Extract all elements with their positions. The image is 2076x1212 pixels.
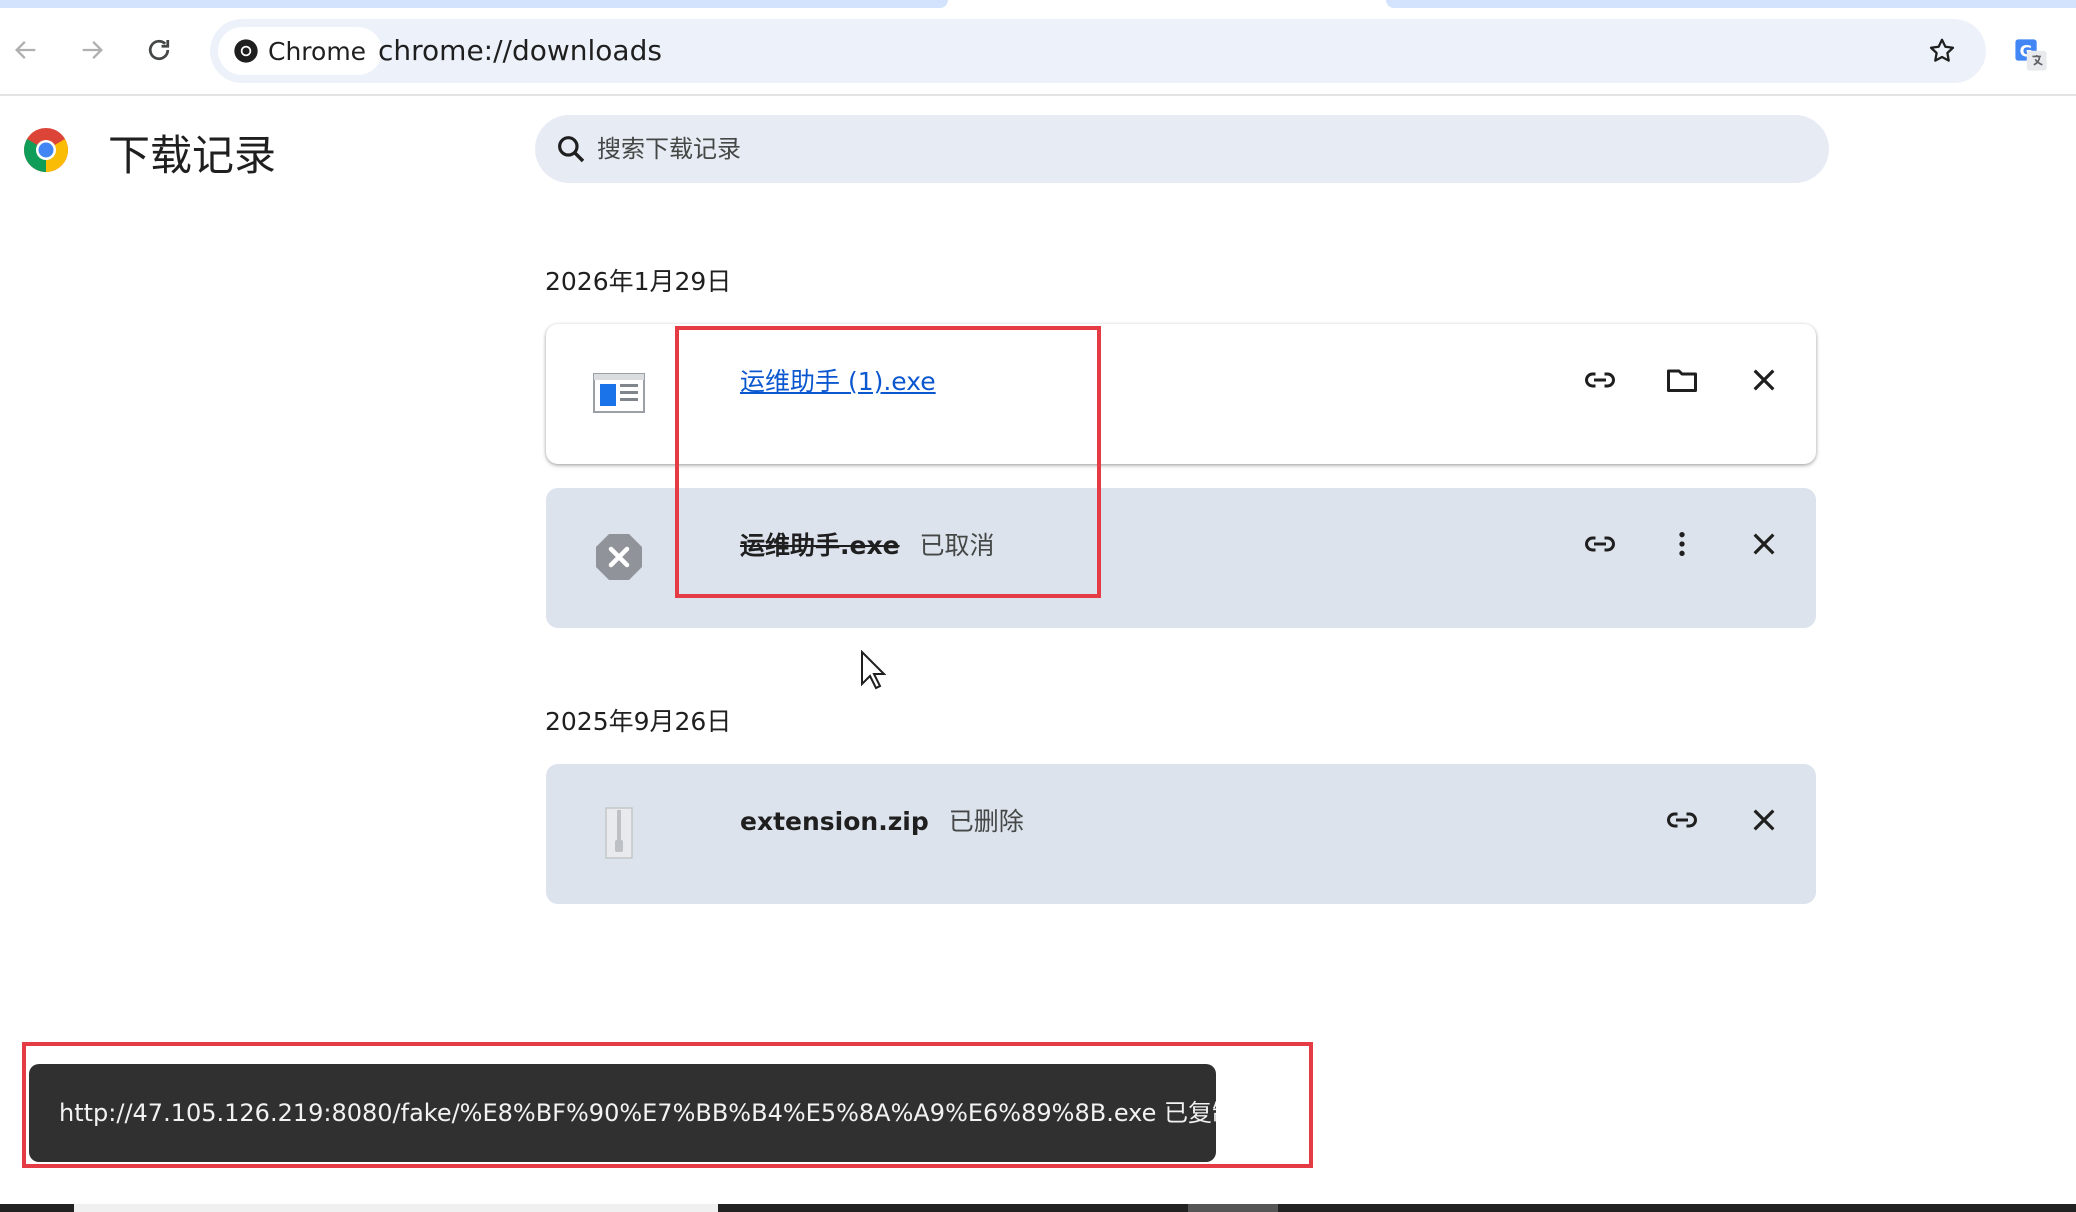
link-icon	[1667, 812, 1697, 828]
forward-arrow-icon	[82, 41, 103, 59]
search-icon	[558, 136, 585, 163]
search-box[interactable]: 搜索下载记录	[535, 115, 1829, 183]
copy-link-button[interactable]	[1658, 796, 1706, 844]
remove-item-button[interactable]	[1740, 796, 1788, 844]
site-chip[interactable]: Chrome	[218, 27, 383, 75]
remove-item-button[interactable]	[1740, 520, 1788, 568]
download-item: extension.zip 已删除	[546, 764, 1816, 904]
date-header: 2026年1月29日	[545, 267, 732, 296]
copy-link-button[interactable]	[1576, 520, 1624, 568]
chrome-icon	[234, 39, 258, 63]
taskbar-segment	[1188, 1204, 1278, 1212]
folder-icon	[1667, 369, 1697, 392]
forward-button[interactable]	[70, 28, 114, 72]
close-icon	[1753, 809, 1775, 831]
more-vert-icon	[1679, 532, 1685, 556]
close-icon	[1753, 533, 1775, 555]
close-icon	[1753, 369, 1775, 391]
back-button[interactable]	[4, 28, 48, 72]
annotation-highlight-box	[22, 1042, 1313, 1168]
site-chip-label: Chrome	[268, 36, 367, 66]
mouse-cursor-icon	[861, 650, 887, 690]
back-arrow-icon	[15, 41, 36, 59]
cancelled-icon	[596, 534, 642, 580]
reload-button[interactable]	[137, 28, 181, 72]
annotation-highlight-box	[675, 326, 1101, 598]
date-header: 2025年9月26日	[545, 707, 732, 736]
file-name: extension.zip 已删除	[740, 802, 1024, 838]
exe-file-icon	[593, 373, 645, 413]
bookmark-button[interactable]	[1920, 29, 1964, 73]
browser-toolbar: Chrome chrome://downloads G	[0, 8, 2076, 96]
tab-inactive[interactable]	[0, 0, 948, 8]
more-actions-button[interactable]	[1658, 520, 1706, 568]
link-icon	[1585, 372, 1615, 388]
remove-item-button[interactable]	[1740, 356, 1788, 404]
tab-strip	[0, 0, 2076, 8]
search-input[interactable]: 搜索下载记录	[597, 115, 741, 183]
page-title: 下载记录	[108, 131, 277, 180]
reload-icon	[148, 39, 170, 61]
zip-file-icon	[605, 807, 633, 859]
tab-inactive[interactable]	[1386, 0, 2076, 8]
url-text[interactable]: chrome://downloads	[378, 19, 662, 83]
chrome-logo-icon	[24, 128, 68, 172]
google-translate-icon[interactable]: G	[2014, 38, 2048, 72]
address-bar[interactable]: Chrome chrome://downloads	[210, 19, 1986, 83]
copy-link-button[interactable]	[1576, 356, 1624, 404]
file-name-text: extension.zip	[740, 807, 929, 836]
status-label: 已删除	[948, 807, 1024, 836]
taskbar-segment	[74, 1204, 718, 1212]
link-icon	[1585, 536, 1615, 552]
show-in-folder-button[interactable]	[1658, 356, 1706, 404]
star-icon	[1929, 38, 1955, 62]
taskbar-edge	[0, 1204, 2076, 1212]
